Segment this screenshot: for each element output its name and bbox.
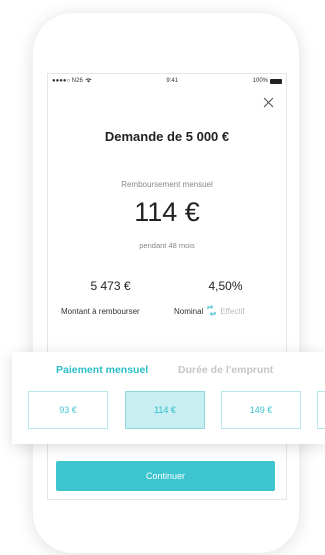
rate-effective-option[interactable]: Effectif [220,307,244,316]
total-amount-value: 5 473 € [90,279,131,293]
monthly-amount: 114 € [134,197,200,227]
payment-option-93[interactable]: 93 € [28,391,108,429]
payment-option-149[interactable]: 149 € [221,391,301,429]
monthly-label: Remboursement mensuel [121,180,213,189]
stage: ●●●●○ N26 9:41 100% Demande de 5 000 € R… [0,0,325,555]
status-left: ●●●●○ N26 [52,77,92,85]
total-amount-label: Montant à rembourser [61,307,140,316]
interest-rate-value: 4,50% [208,279,243,293]
battery-percent: 100% [252,78,268,84]
duration-text: pendant 48 mois [139,241,195,250]
rate-nominal-option[interactable]: Nominal [174,307,203,316]
payment-option-more[interactable] [317,391,325,429]
rate-type-toggle[interactable]: Nominal Effectif [174,304,245,318]
status-bar: ●●●●○ N26 9:41 100% [48,74,286,88]
close-icon [263,97,273,107]
status-time: 9:41 [166,78,179,84]
wifi-icon [85,77,92,85]
page-title: Demande de 5 000 € [104,129,230,144]
tab-loan-duration[interactable]: Durée de l'emprunt [178,364,273,376]
battery-icon [270,78,282,84]
carrier-label: ●●●●○ N26 [52,78,83,84]
close-button[interactable] [260,94,276,110]
continue-button[interactable]: Continuer [56,461,275,491]
status-right: 100% [253,78,282,84]
payment-selector-card: Paiement mensuel Durée de l'emprunt 93 €… [12,352,325,444]
tab-monthly-payment[interactable]: Paiement mensuel [56,364,148,376]
payment-option-114[interactable]: 114 € [125,391,205,429]
switch-icon[interactable] [206,304,217,318]
